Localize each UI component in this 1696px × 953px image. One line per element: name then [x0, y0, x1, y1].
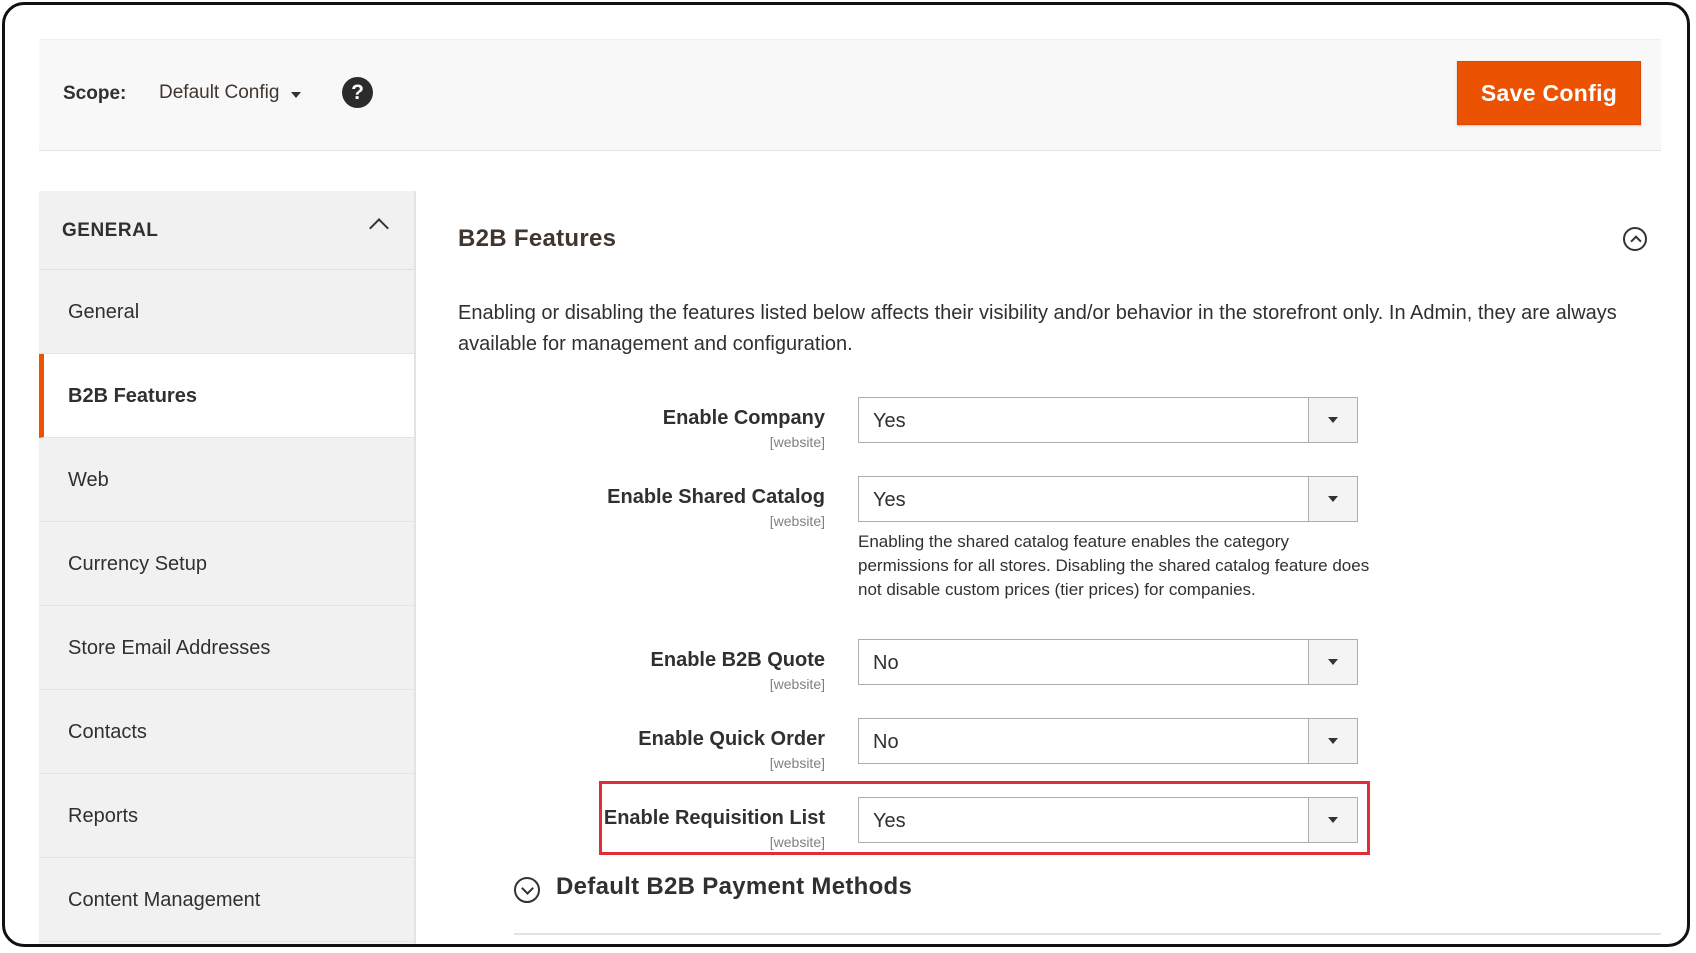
select-value: No: [873, 652, 899, 674]
dropdown-arrow-icon[interactable]: [1308, 640, 1357, 684]
sidebar-item-label: Content Management: [68, 889, 261, 911]
field-label: Enable B2B Quote: [650, 649, 825, 671]
section-title[interactable]: B2B Features: [458, 225, 616, 253]
field-label: Enable Quick Order: [638, 728, 825, 750]
sidebar-item-content-management[interactable]: Content Management: [39, 858, 414, 942]
collapse-up-icon[interactable]: [1623, 227, 1647, 251]
dropdown-arrow-icon[interactable]: [1308, 398, 1357, 442]
select-value: No: [873, 731, 899, 753]
sidebar-item-label: Currency Setup: [68, 553, 207, 575]
scope-switcher[interactable]: Default Config: [159, 82, 279, 104]
sidebar-item-web[interactable]: Web: [39, 438, 414, 522]
sidebar-group-title: GENERAL: [62, 220, 159, 241]
sidebar-item-b2b-features[interactable]: B2B Features: [39, 354, 414, 438]
save-config-button[interactable]: Save Config: [1457, 61, 1641, 125]
scope-label: Scope:: [63, 83, 127, 104]
enable-quick-order-select[interactable]: No: [858, 718, 1358, 764]
sidebar-group-general[interactable]: GENERAL: [39, 191, 414, 270]
caret-down-icon[interactable]: [291, 92, 301, 98]
field-scope: [website]: [769, 676, 825, 692]
expand-down-icon[interactable]: [514, 877, 540, 903]
dropdown-arrow-icon[interactable]: [1308, 477, 1357, 521]
field-label: Enable Company: [662, 407, 825, 429]
sidebar-item-reports[interactable]: Reports: [39, 774, 414, 858]
scope-bar: Scope: Default Config ? Save Config: [39, 39, 1661, 151]
enable-shared-catalog-select[interactable]: Yes: [858, 476, 1358, 522]
sidebar-item-label: B2B Features: [68, 385, 197, 407]
sidebar-item-label: Web: [68, 469, 109, 491]
sidebar-item-label: General: [68, 301, 140, 323]
sidebar-item-general[interactable]: General: [39, 270, 414, 354]
section-description: Enabling or disabling the features liste…: [458, 302, 1617, 355]
config-sidebar: GENERAL General B2B Features Web Currenc…: [39, 191, 416, 944]
section-divider: [514, 933, 1661, 935]
help-icon[interactable]: ?: [342, 77, 373, 108]
field-scope: [website]: [769, 513, 825, 529]
field-scope: [website]: [769, 434, 825, 450]
select-value: Yes: [873, 410, 906, 432]
shared-catalog-hint: Enabling the shared catalog feature enab…: [858, 532, 1370, 599]
dropdown-arrow-icon[interactable]: [1308, 719, 1357, 763]
app-frame: Scope: Default Config ? Save Config GENE…: [2, 2, 1690, 947]
sidebar-item-label: Store Email Addresses: [68, 637, 271, 659]
enable-b2b-quote-select[interactable]: No: [858, 639, 1358, 685]
sidebar-item-contacts[interactable]: Contacts: [39, 690, 414, 774]
highlight-box: [599, 781, 1370, 855]
field-label: Enable Shared Catalog: [607, 486, 825, 508]
sub-section-title[interactable]: Default B2B Payment Methods: [556, 873, 912, 901]
sidebar-item-currency-setup[interactable]: Currency Setup: [39, 522, 414, 606]
sidebar-item-label: Contacts: [68, 721, 147, 743]
sidebar-item-store-email-addresses[interactable]: Store Email Addresses: [39, 606, 414, 690]
field-scope: [website]: [769, 755, 825, 771]
sidebar-item-label: Reports: [68, 805, 139, 827]
enable-company-select[interactable]: Yes: [858, 397, 1358, 443]
select-value: Yes: [873, 489, 906, 511]
chevron-up-icon[interactable]: [369, 218, 389, 238]
